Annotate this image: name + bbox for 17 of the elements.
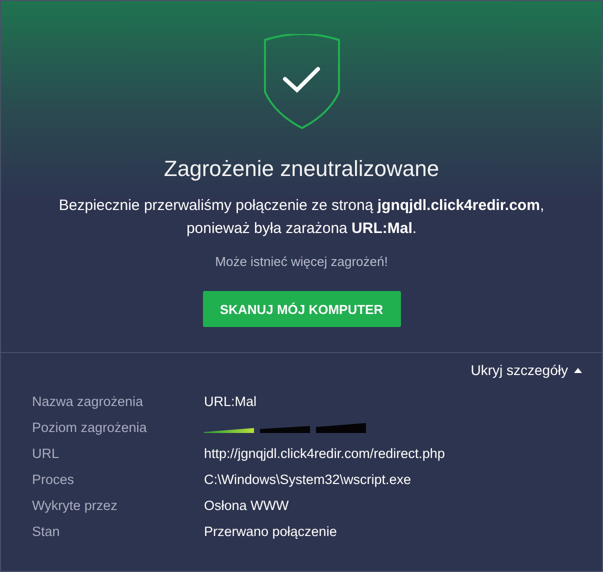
warning-note: Może istnieć więcej zagrożeń!: [215, 254, 388, 269]
caret-icon: [574, 368, 582, 372]
detail-value: C:\Windows\System32\wscript.exe: [204, 471, 412, 489]
detail-label: Proces: [32, 471, 76, 489]
shield-check-icon: [262, 34, 340, 130]
detail-label: Poziom zagrożenia: [32, 419, 148, 437]
detail-value: Osłona WWW: [204, 497, 290, 515]
detail-label: Wykryte przez: [32, 497, 118, 515]
detail-value: URL:Mal: [204, 393, 258, 411]
detail-label: URL: [32, 445, 60, 463]
detail-label: Nazwa zagrożenia: [32, 393, 144, 411]
detail-label: Stan: [32, 523, 61, 541]
detail-value: http://jgnqjdl.click4redir.com/redirect.php: [204, 445, 446, 463]
threat-message: Bezpiecznie przerwaliśmy połączenie ze stroną jgnqjdl.click4redir.com, ponieważ była zarażona URL:Mal.: [58, 196, 544, 239]
detail-value: Przerwano połączenie: [204, 523, 338, 541]
dialog-title: Zagrożenie zneutralizowane: [164, 156, 440, 182]
hide-details-toggle[interactable]: Ukryj szczegóły: [470, 362, 582, 378]
